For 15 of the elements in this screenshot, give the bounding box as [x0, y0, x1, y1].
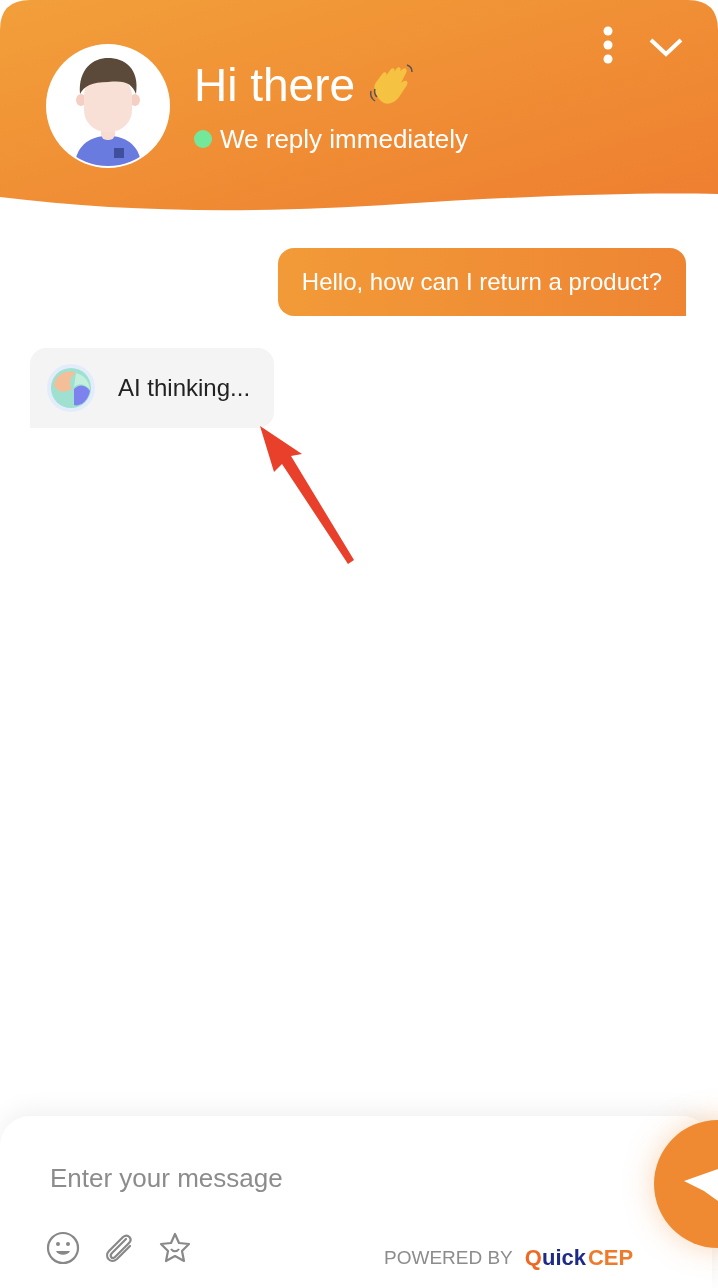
message-input[interactable]: Enter your message: [50, 1156, 610, 1200]
ai-orb-icon: [46, 363, 96, 413]
avatar-icon: [46, 44, 170, 168]
more-icon: [603, 26, 613, 64]
emoji-button[interactable]: [46, 1230, 82, 1266]
status-text: We reply immediately: [220, 124, 469, 154]
brand-logo[interactable]: QuickCEP: [524, 1245, 634, 1272]
smiley-icon: [46, 1231, 80, 1265]
chat-title: Hi there: [194, 58, 356, 112]
star-icon: [158, 1231, 192, 1265]
chevron-down-icon: [649, 37, 683, 57]
user-message-bubble: Hello, how can I return a product?: [277, 248, 686, 316]
send-icon: [684, 1167, 718, 1201]
powered-by-text: POWERED BY: [384, 1246, 513, 1270]
bot-message-text: AI thinking...: [118, 373, 251, 403]
